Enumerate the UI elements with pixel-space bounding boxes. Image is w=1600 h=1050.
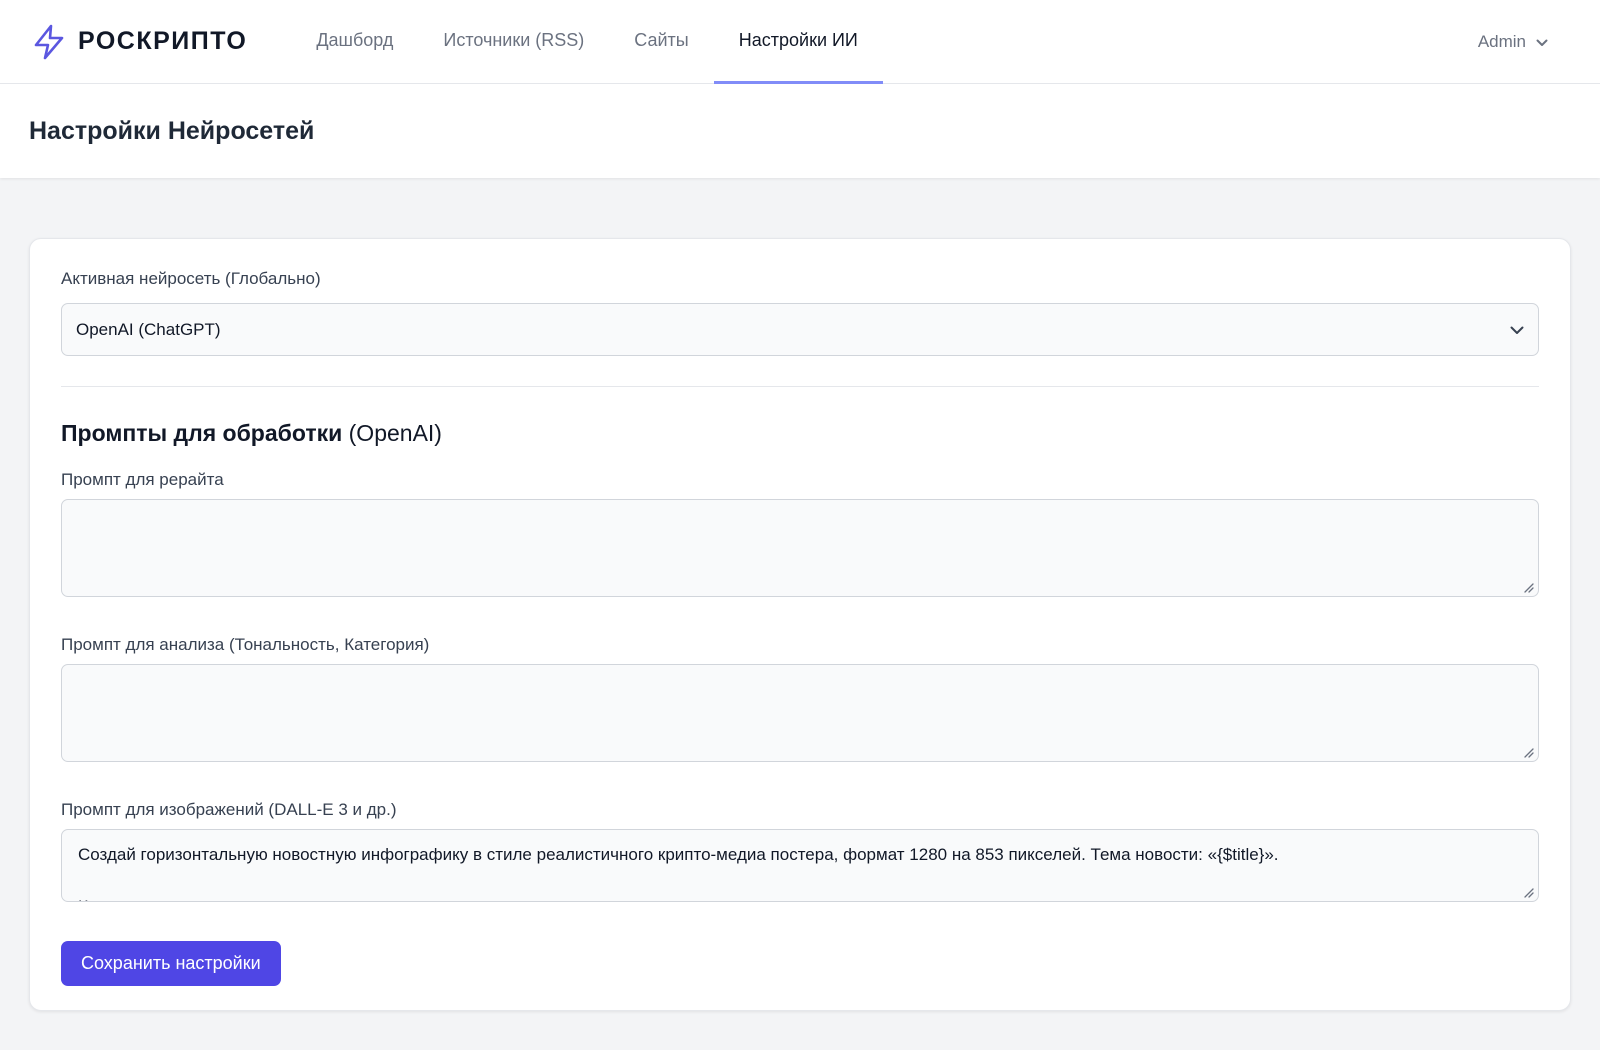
main-nav: Дашборд Источники (RSS) Сайты Настройки … — [291, 0, 883, 84]
nav-link-rss-sources[interactable]: Источники (RSS) — [418, 0, 609, 84]
top-navigation: РОСКРИПТО Дашборд Источники (RSS) Сайты … — [0, 0, 1600, 84]
rewrite-prompt-label: Промпт для рерайта — [61, 470, 224, 489]
image-prompt-textarea[interactable]: Создай горизонтальную новостную инфограф… — [61, 829, 1539, 902]
lightning-bolt-icon — [32, 24, 66, 60]
analysis-prompt-label: Промпт для анализа (Тональность, Категор… — [61, 635, 430, 654]
image-prompt-text: Создай горизонтальную новостную инфограф… — [78, 845, 1279, 901]
image-prompt-label: Промпт для изображений (DALL-E 3 и др.) — [61, 800, 397, 819]
resize-handle-icon[interactable] — [1522, 580, 1534, 593]
section-title-provider: (OpenAI) — [348, 420, 442, 446]
save-settings-button[interactable]: Сохранить настройки — [61, 941, 281, 986]
resize-handle-icon[interactable] — [1522, 885, 1534, 898]
analysis-prompt-textarea[interactable] — [61, 664, 1539, 762]
brand[interactable]: РОСКРИПТО — [32, 0, 247, 83]
chevron-down-icon — [1510, 320, 1524, 340]
image-prompt-group: Промпт для изображений (DALL-E 3 и др.) … — [61, 800, 1539, 902]
resize-handle-icon[interactable] — [1522, 745, 1534, 758]
active-model-select[interactable]: OpenAI (ChatGPT) — [61, 303, 1539, 356]
rewrite-prompt-text — [62, 500, 1538, 524]
main-content: Активная нейросеть (Глобально) OpenAI (C… — [0, 178, 1600, 1011]
active-model-value: OpenAI (ChatGPT) — [76, 319, 221, 339]
nav-link-dashboard[interactable]: Дашборд — [291, 0, 418, 84]
settings-card: Активная нейросеть (Глобально) OpenAI (C… — [29, 238, 1571, 1011]
section-title: Промпты для обработки (OpenAI) — [61, 420, 1539, 447]
nav-link-sites[interactable]: Сайты — [609, 0, 713, 84]
analysis-prompt-group: Промпт для анализа (Тональность, Категор… — [61, 635, 1539, 762]
user-name: Admin — [1477, 32, 1526, 51]
rewrite-prompt-textarea[interactable] — [61, 499, 1539, 597]
nav-link-ai-settings[interactable]: Настройки ИИ — [713, 0, 883, 84]
chevron-down-icon — [1536, 32, 1548, 52]
page-header: Настройки Нейросетей — [0, 84, 1600, 178]
brand-name: РОСКРИПТО — [78, 27, 248, 55]
page-title: Настройки Нейросетей — [29, 116, 315, 145]
rewrite-prompt-group: Промпт для рерайта — [61, 470, 1539, 597]
section-title-text: Промпты для обработки — [61, 420, 343, 446]
user-menu[interactable]: Admin — [1478, 0, 1548, 84]
analysis-prompt-text — [62, 665, 1538, 689]
active-model-label: Активная нейросеть (Глобально) — [61, 269, 321, 288]
divider — [61, 386, 1539, 387]
